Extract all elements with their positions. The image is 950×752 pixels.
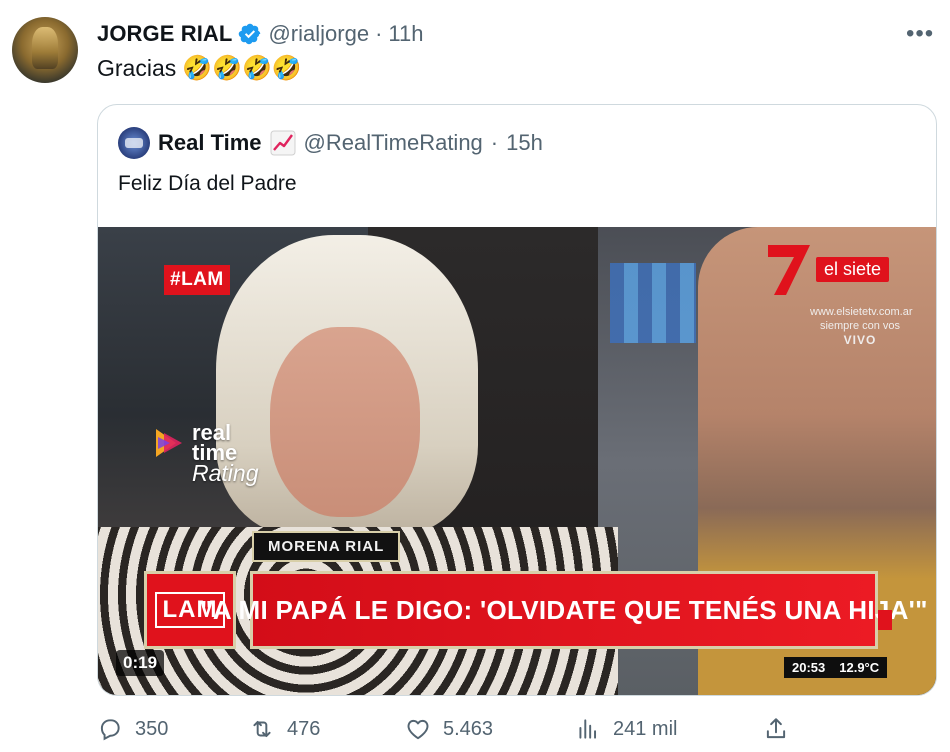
reply-count: 350 [135,717,169,740]
channel-tagline-text: siempre con vos [819,320,901,332]
views-chart-icon [579,719,597,739]
retweet-button[interactable]: 476 [249,716,320,742]
headline-banner: "A MI PAPÁ LE DIGO: 'OLVIDATE QUE TENÉS … [200,571,927,649]
quoted-tweet-header: Real Time @RealTimeRating · 15h [118,127,543,159]
tweet-text-body: Gracias [97,55,177,81]
el-siete-logo: el siete [766,241,890,297]
name-lower-third: MORENA RIAL [252,531,401,562]
heart-icon [407,719,429,740]
tweet-time[interactable]: 11h [388,21,423,47]
clock-time: 20:53 [792,660,826,675]
headline-banner-tail [878,610,892,630]
quoted-tweet[interactable]: Real Time @RealTimeRating · 15h Feliz Dí… [97,104,937,696]
retweet-icon [253,720,271,738]
clock-temperature-box: 20:53 12.9°C [784,657,888,678]
quoted-author-handle: @RealTimeRating [303,130,483,155]
video-player[interactable]: #LAM el siete www.elsietetv.com.ar siemp… [98,227,936,695]
chart-increasing-icon [270,130,296,156]
channel-live: VIVO [843,333,877,347]
channel-tagline: www.elsietetv.com.ar siempre con vos VIV… [810,305,913,347]
quoted-author-name: Real Time [158,130,262,155]
author-name[interactable]: JORGE RIAL [97,21,232,47]
seven-logo-icon [768,245,810,295]
author-avatar[interactable] [12,17,78,83]
action-bar: 350 476 5.463 241 mil [97,716,937,750]
lam-hashtag-badge: #LAM [164,265,230,295]
channel-url: www.elsietetv.com.ar [810,306,913,318]
like-count: 5.463 [443,717,494,740]
views-button[interactable]: 241 mil [575,716,677,742]
retweet-count: 476 [287,717,321,740]
watermark-text: real time Rating [192,422,259,486]
verified-badge-icon[interactable] [238,22,262,46]
separator-dot: · [375,21,383,46]
reply-icon [100,719,120,741]
share-icon [766,718,786,739]
channel-name: el siete [816,256,890,282]
real-time-rating-logo-icon [156,429,182,457]
share-button[interactable] [763,716,789,742]
author-handle[interactable]: @rialjorge [268,21,369,47]
woman-face [270,327,420,517]
quoted-separator-dot: · [490,130,499,155]
laughing-emoji-icons: 🤣🤣🤣🤣 [182,55,302,82]
quoted-tweet-time: 15h [506,130,543,155]
watermark-line3: Rating [192,460,259,486]
video-duration: 0:19 [116,650,165,676]
views-count: 241 mil [613,717,678,740]
clock-temp: 12.9°C [839,660,880,675]
tweet-header: JORGE RIAL @rialjorge · 11h [97,18,423,50]
quoted-author-avatar [118,127,150,159]
reply-button[interactable]: 350 [97,716,168,742]
more-options-icon[interactable]: ••• [906,20,934,48]
studio-monitor [610,263,696,343]
tweet-text: Gracias 🤣🤣🤣🤣 [97,54,302,83]
like-button[interactable]: 5.463 [405,716,493,742]
real-time-rating-watermark: real time Rating [154,422,259,486]
quoted-tweet-text: Feliz Día del Padre [118,172,297,195]
